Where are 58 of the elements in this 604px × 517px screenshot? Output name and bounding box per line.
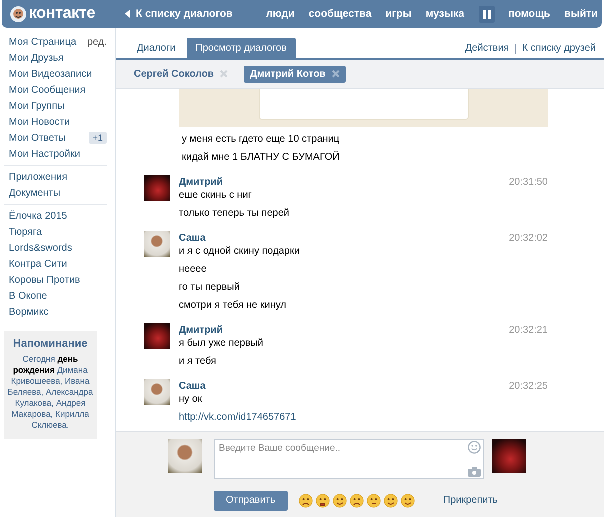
tab[interactable]: Диалоги <box>128 38 185 58</box>
sidebar-item[interactable]: Мои Ответы <box>9 132 66 144</box>
message-text: нееее <box>179 264 207 275</box>
nav-link[interactable]: игры <box>386 8 412 20</box>
sidebar-item[interactable]: Lords&swords <box>4 240 107 256</box>
nav-link[interactable]: сообщества <box>308 8 372 20</box>
reminder-text: Сегодня день рождения Димана Кривошеева, Ивана Беляева, Александра Кулакова, Андрея Макарова, Кирилла Склюева. <box>6 354 94 431</box>
sidebar-item[interactable]: Мои Настройки <box>4 146 107 162</box>
nav-link[interactable]: выйти <box>564 8 598 20</box>
sidebar-item[interactable]: Ёлочка 2015 <box>4 208 107 224</box>
sidebar-item[interactable]: Мои Друзья <box>4 50 107 66</box>
message-link[interactable]: http://vk.com/id174657671 <box>179 412 296 423</box>
sidebar-item[interactable]: Тюряга <box>4 224 107 240</box>
message-time: 20:31:50 <box>509 176 548 188</box>
sidebar-item[interactable]: Мои Новости <box>4 114 107 130</box>
edit-link[interactable]: ред. <box>87 36 107 48</box>
message-text: и я тебя <box>179 356 216 367</box>
author-name[interactable]: Дмитрий <box>179 176 223 188</box>
message-time: 20:32:02 <box>509 232 548 244</box>
back-link[interactable]: К списку диалогов <box>125 8 233 20</box>
author-name[interactable]: Саша <box>179 380 206 392</box>
message-time: 20:32:21 <box>509 324 548 336</box>
sidebar-item[interactable]: Моя Страница <box>9 36 77 48</box>
message-text: у меня есть гдето еще 10 страниц <box>182 134 340 145</box>
sidebar-item[interactable]: Вормикс <box>4 304 107 320</box>
message-text: только теперь ты перей <box>179 208 290 219</box>
message-text: кидай мне 1 БЛАТНУ С БУМАГОЙ <box>182 152 340 163</box>
message-text: смотри я тебя не кинул <box>179 300 286 311</box>
nav-link[interactable]: помощь <box>508 8 551 20</box>
nav-link[interactable]: люди <box>266 8 295 20</box>
sidebar-item[interactable]: Приложения <box>4 169 107 185</box>
message-text: я был уже первый <box>179 338 264 349</box>
participant-tab[interactable]: Дмитрий Котов <box>244 66 346 82</box>
message-text: и я с одной скину подарки <box>179 246 300 257</box>
message-text: го ты первый <box>179 282 240 293</box>
author-name[interactable]: Дмитрий <box>179 324 223 336</box>
sidebar-item[interactable]: Мои Группы <box>4 98 107 114</box>
sidebar-item[interactable]: Мои Видеозаписи <box>4 66 107 82</box>
reminder-title: Напоминание <box>12 338 89 350</box>
message-text: еше скинь с ниг <box>179 190 252 201</box>
message-text: ну ок <box>179 394 202 405</box>
send-button[interactable]: Отправить <box>214 490 288 510</box>
sidebar-item[interactable]: Документы <box>4 185 107 201</box>
author-name[interactable]: Саша <box>179 232 206 244</box>
tab[interactable]: Просмотр диалогов <box>186 38 296 58</box>
action-link[interactable]: К списку друзей <box>522 43 596 54</box>
sidebar-item[interactable]: Коровы Против <box>4 272 107 288</box>
action-link[interactable]: Действия <box>465 43 510 54</box>
nav-link[interactable]: музыка <box>426 8 465 20</box>
sidebar-item[interactable]: Контра Сити <box>4 256 107 272</box>
participant-tab[interactable]: Сергей Соколов <box>128 66 234 82</box>
count-badge: +1 <box>88 132 107 144</box>
attach-link[interactable]: Прикрепить <box>443 495 498 506</box>
logo-text[interactable]: контакте <box>29 5 96 23</box>
message-input[interactable]: Введите Ваше сообщение.. <box>214 439 484 479</box>
message-time: 20:32:25 <box>509 380 548 392</box>
sidebar-item[interactable]: Мои Сообщения <box>4 82 107 98</box>
sidebar-item[interactable]: В Окопе <box>4 288 107 304</box>
